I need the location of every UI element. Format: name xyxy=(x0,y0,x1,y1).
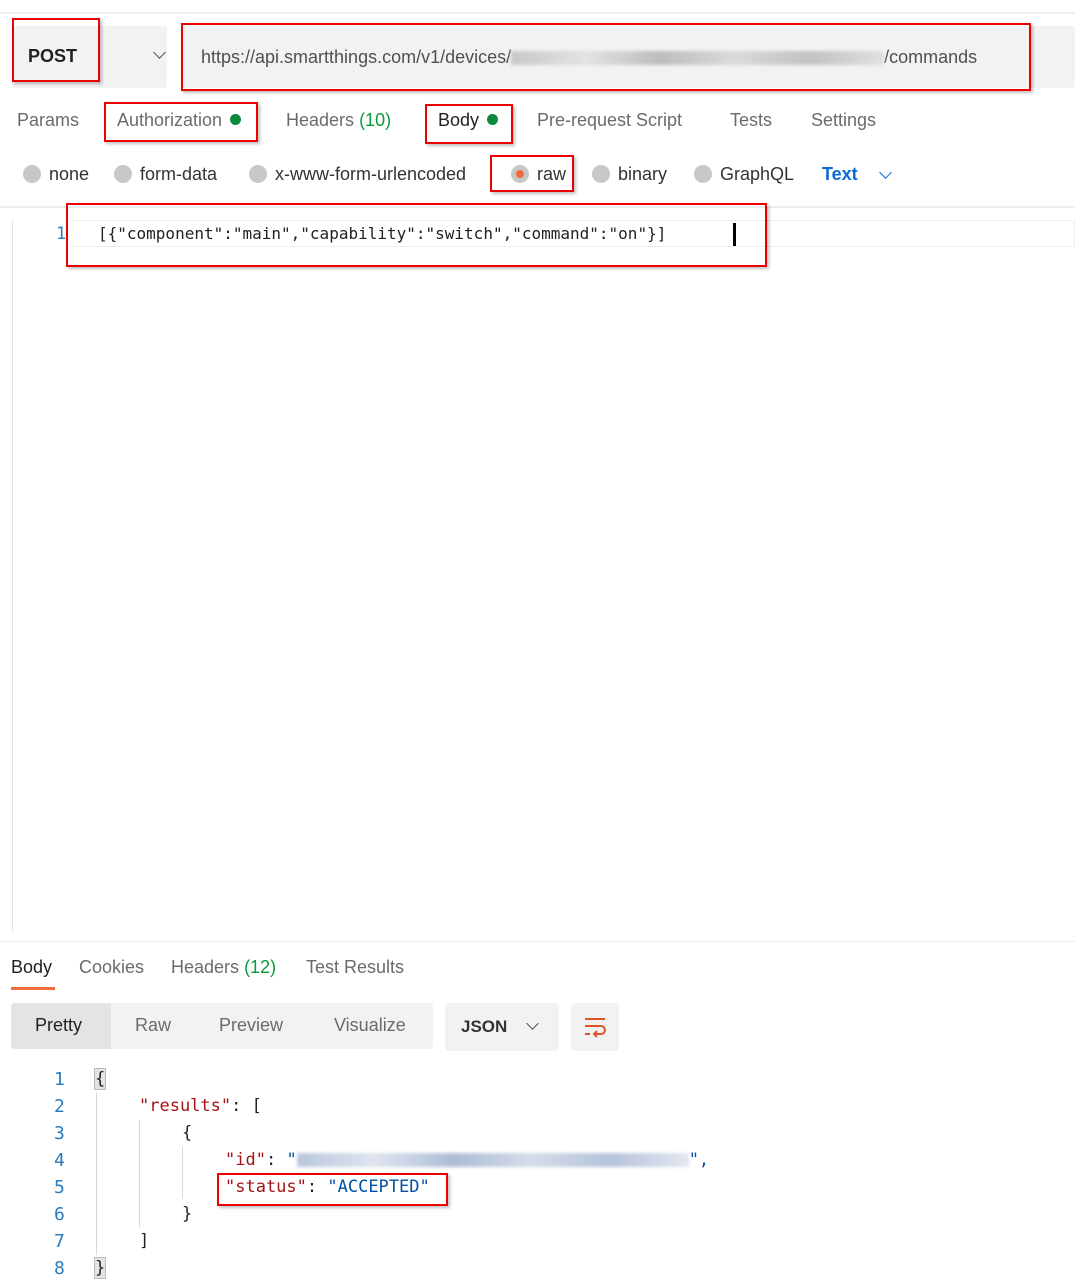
view-raw[interactable]: Raw xyxy=(135,1015,171,1036)
radio-label: x-www-form-urlencoded xyxy=(275,164,467,184)
format-select[interactable]: Text xyxy=(822,164,858,185)
json-quote: ", xyxy=(688,1150,710,1170)
response-tab-test-results[interactable]: Test Results xyxy=(306,957,404,978)
radio-label: form-data xyxy=(140,164,218,184)
redacted-device-id xyxy=(511,51,885,66)
format-label: JSON xyxy=(461,1017,508,1036)
view-preview[interactable]: Preview xyxy=(219,1015,283,1036)
line-number: 8 xyxy=(54,1258,65,1279)
line-number: 6 xyxy=(54,1204,65,1225)
radio-graphql[interactable]: GraphQL xyxy=(694,164,794,185)
line-number: 2 xyxy=(54,1096,65,1117)
headers-count: (12) xyxy=(244,957,277,977)
json-brace: { xyxy=(182,1123,193,1143)
radio-binary[interactable]: binary xyxy=(592,164,667,185)
tab-label: Body xyxy=(438,110,480,130)
json-colon: : xyxy=(265,1150,287,1170)
chevron-down-icon xyxy=(879,166,892,179)
active-tab-indicator xyxy=(11,987,55,990)
json-colon: : xyxy=(231,1096,252,1116)
radio-raw[interactable]: raw xyxy=(511,164,566,185)
method-label: POST xyxy=(28,46,78,66)
json-key: "results" xyxy=(139,1096,232,1116)
indent-guide xyxy=(182,1147,183,1199)
radio-urlencoded[interactable]: x-www-form-urlencoded xyxy=(249,164,466,185)
tab-authorization[interactable]: Authorization xyxy=(117,110,242,131)
url-suffix: /commands xyxy=(884,47,978,67)
chevron-down-icon xyxy=(526,1017,539,1030)
tab-label: Authorization xyxy=(117,110,223,130)
line-number: 1 xyxy=(54,1069,65,1090)
response-tab-headers[interactable]: Headers (12) xyxy=(171,957,276,978)
body-code[interactable]: [{"component":"main","capability":"switc… xyxy=(98,224,666,243)
request-body-editor[interactable] xyxy=(12,220,1075,932)
chevron-down-icon xyxy=(153,46,166,59)
line-number: 3 xyxy=(54,1123,65,1144)
tab-tests[interactable]: Tests xyxy=(730,110,772,131)
headers-count: (10) xyxy=(359,110,392,130)
tab-label: Headers xyxy=(286,110,355,130)
view-visualize[interactable]: Visualize xyxy=(334,1015,406,1036)
json-key: "status" xyxy=(225,1177,307,1197)
wrap-icon xyxy=(585,1018,606,1038)
view-pretty[interactable]: Pretty xyxy=(35,1015,82,1036)
status-value: "ACCEPTED" xyxy=(327,1177,430,1197)
url-input[interactable]: https://api.smartthings.com/v1/devices/ /… xyxy=(182,26,1075,88)
url-prefix: https://api.smartthings.com/v1/devices/ xyxy=(201,47,512,67)
json-quote: " xyxy=(286,1150,297,1170)
line-number: 1 xyxy=(56,224,67,244)
radio-label: binary xyxy=(618,164,668,184)
radio-form-data[interactable]: form-data xyxy=(114,164,217,185)
format-label: Text xyxy=(822,164,858,184)
tab-label: Headers xyxy=(171,957,240,977)
tab-params[interactable]: Params xyxy=(17,110,79,131)
json-brace: } xyxy=(182,1204,193,1224)
status-dot xyxy=(487,114,499,125)
radio-label: raw xyxy=(537,164,567,184)
json-key: "id" xyxy=(225,1150,266,1170)
radio-label: none xyxy=(49,164,90,184)
line-number: 5 xyxy=(54,1177,65,1198)
top-divider xyxy=(0,12,1075,14)
line-number: 7 xyxy=(54,1231,65,1252)
response-tab-body[interactable]: Body xyxy=(11,957,52,978)
json-bracket: [ xyxy=(251,1096,262,1116)
redacted-id xyxy=(296,1153,689,1167)
tab-prerequest-script[interactable]: Pre-request Script xyxy=(537,110,682,131)
indent-guide xyxy=(96,1092,97,1255)
indent-guide xyxy=(139,1120,140,1227)
radio-none[interactable]: none xyxy=(23,164,89,185)
text-cursor xyxy=(733,223,736,246)
radio-label: GraphQL xyxy=(720,164,795,184)
line-number: 4 xyxy=(54,1150,65,1171)
json-bracket: ] xyxy=(139,1231,150,1251)
json-brace: } xyxy=(93,1257,107,1279)
wrap-lines-button[interactable] xyxy=(571,1003,619,1051)
method-select[interactable]: POST xyxy=(12,26,167,88)
tab-headers[interactable]: Headers (10) xyxy=(286,110,391,131)
tab-settings[interactable]: Settings xyxy=(811,110,876,131)
response-tab-cookies[interactable]: Cookies xyxy=(79,957,144,978)
tab-body[interactable]: Body xyxy=(438,110,499,131)
json-colon: : xyxy=(306,1177,328,1197)
divider xyxy=(0,941,1075,942)
response-format-select[interactable]: JSON xyxy=(445,1003,559,1051)
divider xyxy=(0,206,1075,208)
json-brace: { xyxy=(93,1068,107,1090)
status-dot xyxy=(230,114,242,125)
